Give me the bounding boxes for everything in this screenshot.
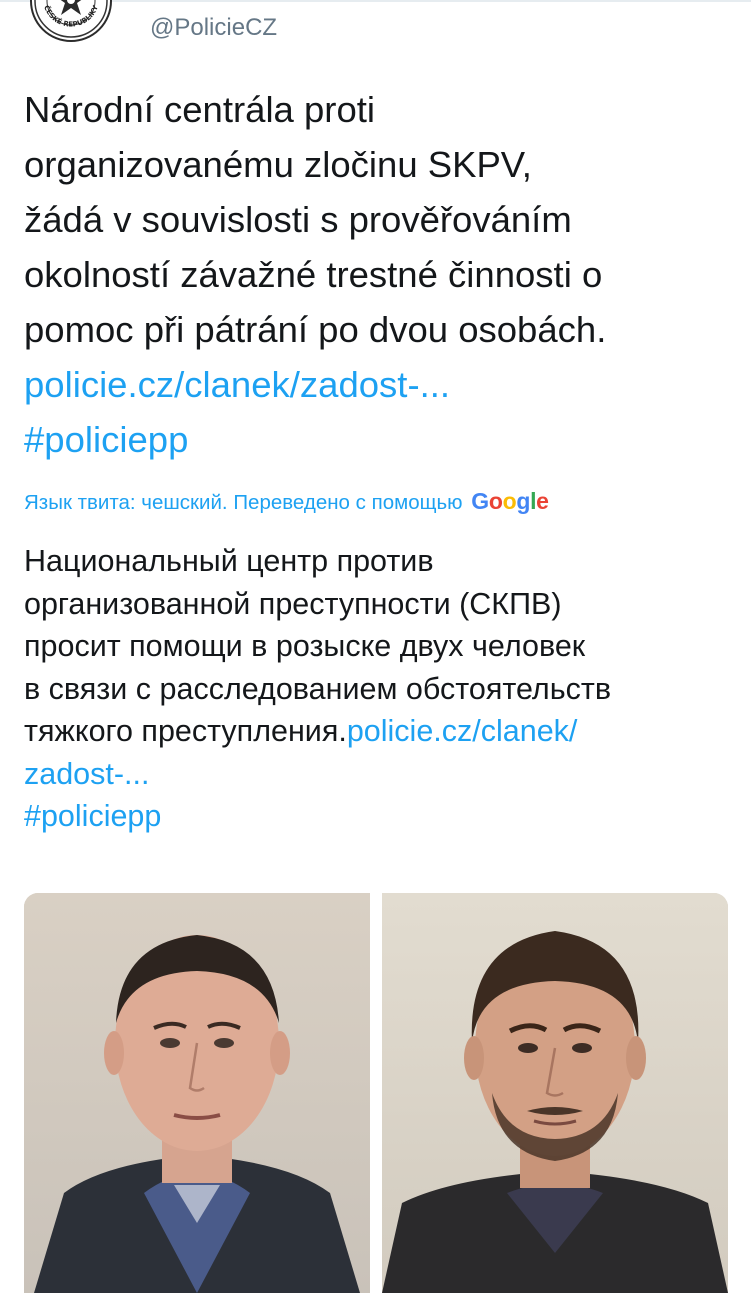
tweet-text-line: Národní centrála proti xyxy=(24,89,375,130)
tweet-text-line: okolností závažné trestné činnosti o xyxy=(24,254,603,295)
google-logo-letter: g xyxy=(516,488,531,514)
google-logo-letter: G xyxy=(471,488,489,514)
translated-text-line: тяжкого преступления.policie.cz/clanek/ xyxy=(24,710,729,753)
translated-text-fragment: тяжкого преступления. xyxy=(24,714,347,748)
user-handle[interactable]: @PolicieCZ xyxy=(150,14,277,42)
translated-article-link-cont[interactable]: zadost-... xyxy=(24,753,729,796)
tweet-text-line: žádá v souvislosti s prověřováním xyxy=(24,199,572,240)
tweet-text-line: organizovanému zločinu SKPV, xyxy=(24,144,532,185)
hashtag-link[interactable]: #policiepp xyxy=(24,412,729,467)
svg-text:ČESKÉ REPUBLIKY: ČESKÉ REPUBLIKY xyxy=(42,3,100,28)
suspect-photo-1-image xyxy=(24,893,370,1293)
translation-info[interactable]: Язык твита: чешский. Переведено с помощь… xyxy=(24,488,549,515)
suspect-photo-1[interactable] xyxy=(24,893,370,1293)
tweet-text: Národní centrála proti organizovanému zl… xyxy=(24,82,729,467)
google-logo-letter: o xyxy=(488,488,503,514)
translated-article-link[interactable]: policie.cz/clanek/ xyxy=(347,714,578,748)
translated-text-line: организованной преступности (СКПВ) xyxy=(24,586,562,621)
translated-hashtag-link[interactable]: #policiepp xyxy=(24,795,729,838)
tweet-text-line: pomoc při pátrání po dvou osobách. xyxy=(24,309,607,350)
suspect-photo-2[interactable] xyxy=(382,893,728,1293)
translation-info-label: Язык твита: чешский. Переведено с помощь… xyxy=(24,491,463,514)
google-logo-letter: o xyxy=(502,488,517,514)
article-link[interactable]: policie.cz/clanek/zadost-... xyxy=(24,357,729,412)
translated-text-line: Национальный центр против xyxy=(24,544,434,578)
avatar-ring-text: ČESKÉ REPUBLIKY xyxy=(42,3,100,28)
translated-text: Национальный центр против организованной… xyxy=(24,540,729,838)
translated-text-line: просит помощи в розыске двух человек xyxy=(24,629,586,663)
google-logo-letter: e xyxy=(536,488,549,514)
tweet-header: ČESKÉ REPUBLIKY @PolicieCZ xyxy=(0,0,751,60)
suspect-photo-2-image xyxy=(382,893,728,1293)
translated-text-line: в связи с расследованием обстоятельств xyxy=(24,671,612,706)
google-logo: Google xyxy=(471,488,549,514)
avatar[interactable]: ČESKÉ REPUBLIKY xyxy=(30,0,112,42)
